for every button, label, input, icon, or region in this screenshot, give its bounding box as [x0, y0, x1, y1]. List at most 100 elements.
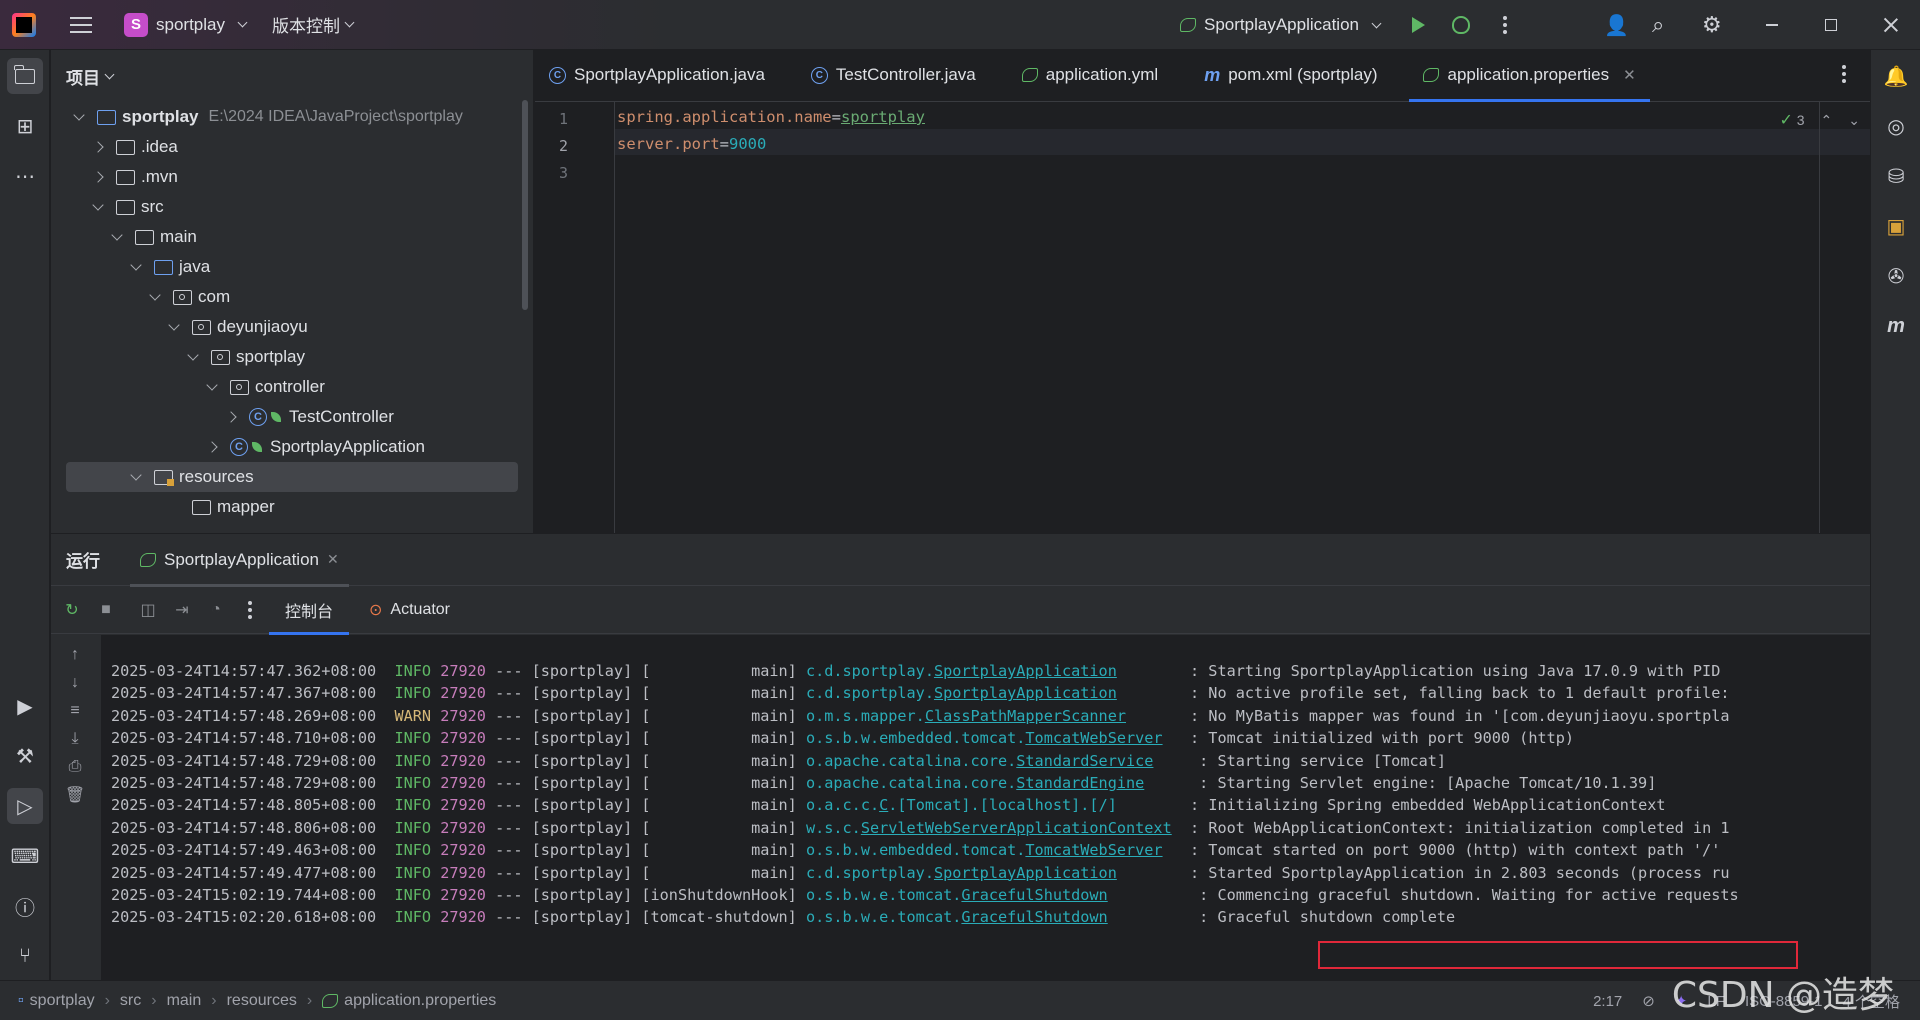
chevron-down-icon[interactable]: [206, 379, 218, 391]
breadcrumb-item[interactable]: src: [120, 992, 141, 1010]
console-tab[interactable]: 控制台: [269, 586, 350, 635]
actuator-tab[interactable]: ⊙ Actuator: [353, 586, 466, 634]
project-tool-button[interactable]: [7, 58, 43, 94]
tree-item[interactable]: java: [51, 252, 521, 282]
breadcrumb-item[interactable]: resources: [227, 992, 297, 1010]
chevron-down-icon[interactable]: [111, 229, 123, 241]
run-tool-button[interactable]: ▷: [7, 788, 43, 824]
minimize-button[interactable]: [1766, 0, 1778, 50]
chevron-right-icon[interactable]: [225, 411, 237, 423]
tree-item[interactable]: resources: [66, 462, 518, 492]
close-tab-icon[interactable]: ✕: [327, 551, 339, 568]
tabs-more-button[interactable]: [1842, 72, 1846, 76]
log-logger[interactable]: c.d.sportplay.SportplayApplication: [806, 662, 1117, 680]
chevron-up-icon[interactable]: ⌃: [1821, 112, 1833, 129]
chevron-down-icon[interactable]: [92, 199, 104, 211]
breadcrumb-item[interactable]: main: [167, 992, 202, 1010]
endpoints-button[interactable]: ✇: [1878, 258, 1914, 294]
chevron-right-icon[interactable]: [92, 171, 104, 183]
stop-button[interactable]: ■: [91, 595, 121, 625]
close-tab-icon[interactable]: ✕: [1623, 66, 1636, 84]
log-logger[interactable]: o.m.s.mapper.ClassPathMapperScanner: [806, 707, 1126, 725]
log-logger[interactable]: o.s.b.w.e.tomcat.GracefulShutdown: [806, 886, 1108, 904]
tree-item[interactable]: src: [51, 192, 521, 222]
notifications-button[interactable]: 🔔: [1878, 58, 1914, 94]
code-line[interactable]: server.port=9000: [617, 135, 766, 153]
log-logger[interactable]: o.apache.catalina.core.StandardEngine: [806, 774, 1144, 792]
close-button[interactable]: [1884, 0, 1898, 50]
rerun-button[interactable]: ↻: [57, 595, 87, 625]
log-logger[interactable]: o.s.b.w.embedded.tomcat.TomcatWebServer: [806, 841, 1163, 859]
log-logger[interactable]: o.apache.catalina.core.StandardService: [806, 752, 1153, 770]
chevron-right-icon[interactable]: [206, 441, 218, 453]
tree-item[interactable]: deyunjiaoyu: [51, 312, 521, 342]
scroll-up-button[interactable]: ↑: [61, 641, 89, 669]
tree-item[interactable]: com: [51, 282, 521, 312]
run-tab-sportplay[interactable]: SportplayApplication ✕: [130, 534, 349, 587]
tree-item[interactable]: main: [51, 222, 521, 252]
chevron-down-icon[interactable]: [130, 259, 142, 271]
project-panel-header[interactable]: 项目: [51, 50, 533, 102]
console-output[interactable]: 2025-03-24T14:57:47.362+08:00 INFO 27920…: [101, 635, 1870, 981]
log-logger[interactable]: c.d.sportplay.SportplayApplication: [806, 864, 1117, 882]
chevron-down-icon[interactable]: [149, 289, 161, 301]
clear-button[interactable]: 🗑: [61, 781, 89, 809]
tab-test-controller[interactable]: C TestController.java: [797, 49, 990, 101]
log-logger[interactable]: o.s.b.w.embedded.tomcat.TomcatWebServer: [806, 729, 1163, 747]
log-logger[interactable]: c.d.sportplay.SportplayApplication: [806, 684, 1117, 702]
maven-button[interactable]: m: [1878, 308, 1914, 344]
inspection-widget[interactable]: ✓ 3 ⌃ ⌄: [1779, 110, 1860, 130]
problems-tool-button[interactable]: ⓘ: [7, 888, 43, 924]
tree-item[interactable]: sportplay E:\2024 IDEA\JavaProject\sportp…: [51, 102, 521, 132]
tree-item[interactable]: .mvn: [51, 162, 521, 192]
breadcrumb-item[interactable]: application.properties: [344, 992, 496, 1010]
code-with-me-button[interactable]: 👤: [1604, 0, 1629, 50]
print-button[interactable]: ⎙: [61, 753, 89, 781]
profiler-button[interactable]: ◔: [201, 595, 231, 625]
readonly-toggle-icon[interactable]: ⊘: [1642, 992, 1655, 1010]
log-logger[interactable]: o.a.c.c.C.[Tomcat].[localhost].[/]: [806, 796, 1117, 814]
database-button[interactable]: ⛁: [1878, 158, 1914, 194]
terminal-tool-button[interactable]: ⌨: [7, 838, 43, 874]
settings-button[interactable]: ⚙: [1702, 0, 1722, 50]
debug-button[interactable]: [1452, 0, 1470, 50]
tab-pom-xml[interactable]: m pom.xml (sportplay): [1190, 49, 1391, 101]
more-actions-button[interactable]: [1503, 0, 1507, 50]
breadcrumb-item[interactable]: sportplay: [30, 992, 95, 1010]
run-button[interactable]: [1412, 0, 1425, 50]
tree-item[interactable]: .idea: [51, 132, 521, 162]
tree-item[interactable]: C TestController: [51, 402, 521, 432]
maximize-button[interactable]: [1825, 0, 1837, 50]
tree-item[interactable]: controller: [51, 372, 521, 402]
scroll-to-end-button[interactable]: ⤓: [61, 725, 89, 753]
services-tool-button[interactable]: ▶: [7, 688, 43, 724]
structure-tool-button[interactable]: ⊞: [7, 108, 43, 144]
tab-application-yml[interactable]: application.yml: [1008, 49, 1172, 101]
vcs-menu[interactable]: 版本控制: [272, 12, 357, 37]
run-config-selector[interactable]: SportplayApplication: [1180, 0, 1384, 50]
chevron-down-icon[interactable]: [168, 319, 180, 331]
scroll-down-button[interactable]: ↓: [61, 669, 89, 697]
more-tools-button[interactable]: ⋯: [7, 158, 43, 194]
git-tool-button[interactable]: ⑂: [7, 938, 43, 974]
ai-assistant-button[interactable]: ◎: [1878, 108, 1914, 144]
chevron-down-icon[interactable]: [73, 109, 85, 121]
tree-item[interactable]: sportplay: [51, 342, 521, 372]
tree-item[interactable]: C SportplayApplication: [51, 432, 521, 462]
intellij-logo-icon[interactable]: [12, 12, 36, 37]
chevron-down-icon[interactable]: [130, 469, 142, 481]
code-line[interactable]: spring.application.name=sportplay: [617, 108, 925, 126]
tree-item[interactable]: mapper: [51, 492, 521, 522]
exit-button[interactable]: ⇥: [167, 595, 197, 625]
chevron-right-icon[interactable]: [92, 141, 104, 153]
main-menu-icon[interactable]: [70, 16, 92, 33]
tab-sportplay-application[interactable]: C SportplayApplication.java: [535, 49, 779, 101]
caret-position[interactable]: 2:17: [1593, 993, 1622, 1010]
project-scrollbar[interactable]: [522, 100, 528, 310]
log-logger[interactable]: w.s.c.ServletWebServerApplicationContext: [806, 819, 1172, 837]
search-button[interactable]: ⌕: [1652, 0, 1664, 50]
chevron-down-icon[interactable]: [187, 349, 199, 361]
log-logger[interactable]: o.s.b.w.e.tomcat.GracefulShutdown: [806, 908, 1108, 926]
project-switcher[interactable]: S sportplay: [124, 12, 250, 37]
plugin-button[interactable]: ▣: [1878, 208, 1914, 244]
